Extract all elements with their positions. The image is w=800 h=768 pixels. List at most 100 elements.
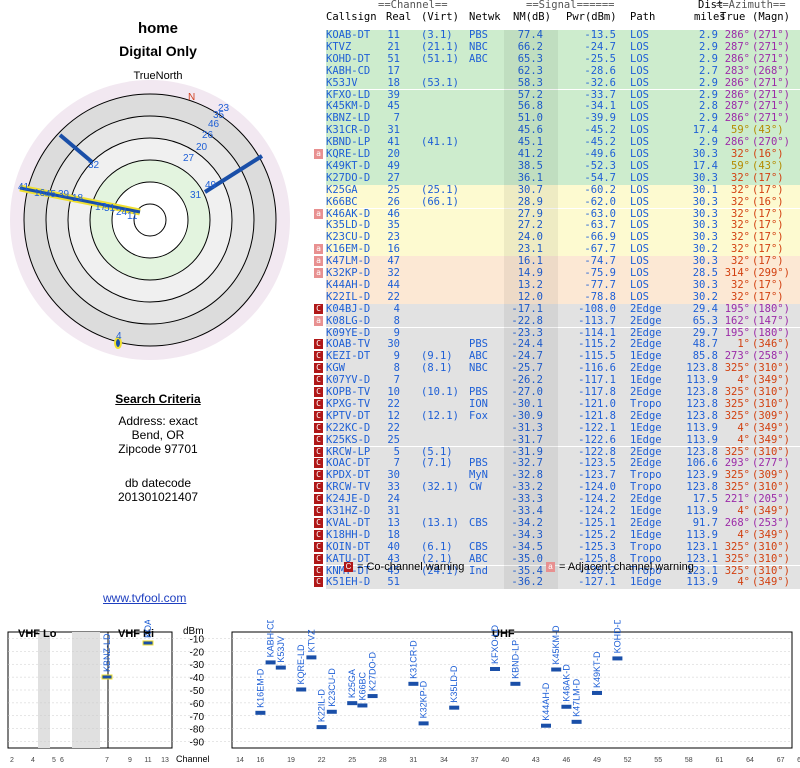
table-row[interactable]: K18HH-D 18 -34.3 -125.2 1Edge 113.9 4° (349°) C <box>314 528 800 542</box>
x-tick-label: 34 <box>440 757 448 764</box>
cell-nm: 36.1 <box>517 171 543 184</box>
table-row[interactable]: K49KT-D 49 38.5 -52.3 LOS 17.4 59° (43°) <box>326 160 800 173</box>
cell-miles: 30.3 <box>692 195 718 208</box>
table-row[interactable]: KPXG-TV 22 ION -30.1 -121.0 Tropo 123.8 325° (31… <box>314 397 800 411</box>
x-tick-label: 46 <box>563 757 571 764</box>
table-row[interactable]: KABH-CD 17 62.3 -28.6 LOS 2.7 283° (268°) <box>326 64 800 78</box>
legend-cochannel: C = Co-channel warning <box>344 561 465 573</box>
cell-magn: (268°) <box>752 64 790 77</box>
cell-pwr: -125.1 <box>578 516 616 529</box>
cell-real: 51 <box>387 52 400 65</box>
table-row[interactable]: KOIN-DT 40 (6.1) CBS -34.5 -125.3 Tropo 123.1 32… <box>314 540 800 554</box>
left-panel: home Digital Only TrueNorth N 23 35 46 26 20 2… <box>0 0 316 520</box>
table-row[interactable]: KPTV-DT 12 (12.1) Fox -30.9 -121.8 2Edge 123.8 3… <box>314 409 800 423</box>
cell-netwk: ION <box>469 397 488 410</box>
cell-magn: (271°) <box>752 76 790 89</box>
table-row[interactable]: K22KC-D 22 -31.3 -122.1 1Edge 113.9 4° (349°) C <box>314 421 800 435</box>
cell-magn: (310°) <box>752 552 790 565</box>
cell-pwr: -121.0 <box>578 397 616 410</box>
cell-miles: 29.4 <box>692 302 718 315</box>
table-row[interactable]: K44AH-D 44 13.2 -77.7 LOS 30.3 32° (17°) <box>326 279 800 292</box>
cell-magn: (310°) <box>752 397 790 410</box>
cell-real: 13 <box>387 516 400 529</box>
cell-callsign: K51EH-D <box>326 576 371 589</box>
table-row[interactable]: K27DO-D 27 36.1 -54.7 LOS 30.3 32° (17°) <box>326 171 800 185</box>
station-mark <box>367 694 378 699</box>
cell-path: 2Edge <box>630 409 662 422</box>
search-criteria-title: Search Criteria <box>115 392 201 406</box>
cell-nm: -31.3 <box>511 421 543 434</box>
cell-path: 1Edge <box>630 421 662 434</box>
city-text: Bend, OR <box>131 428 185 442</box>
station-label: KABH-CD <box>266 620 276 657</box>
cell-magn: (349°) <box>752 433 790 446</box>
cochannel-warning-icon: C <box>314 446 323 457</box>
cell-miles: 123.8 <box>686 397 718 410</box>
spectrum-chart: VHF Lo VHF Hi UHFdBm-10-20-30-40-50-60-70-… <box>7 620 800 764</box>
cell-true: 283° <box>724 64 750 77</box>
legend-adjacent: a = Adjacent channel warning <box>546 561 694 573</box>
x-tick-label: 52 <box>624 757 632 764</box>
station-mark <box>296 687 307 692</box>
page-title: home <box>137 20 178 37</box>
cell-pwr: -122.6 <box>578 433 616 446</box>
cochannel-warning-icon: C <box>314 577 323 588</box>
cell-miles: 113.9 <box>686 421 718 434</box>
cell-true: 286° <box>724 52 750 65</box>
cell-pwr: -60.2 <box>584 183 616 196</box>
cell-virt: (13.1) <box>421 516 459 529</box>
cell-callsign: K04BJ-D <box>326 302 371 315</box>
radar-label: 41 <box>18 182 30 193</box>
col-true: True <box>720 11 746 23</box>
station-mark <box>612 656 623 661</box>
station-mark <box>265 660 276 665</box>
table-row[interactable]: KVAL-DT 13 (13.1) CBS -34.2 -125.1 2Edge 91.7 26… <box>314 516 800 530</box>
station-label: K22IL-D <box>317 689 327 723</box>
table-row[interactable]: K51EH-D 51 -36.2 -127.1 1Edge 113.9 4° (349°) C <box>314 576 800 590</box>
cell-true: 325° <box>724 552 750 565</box>
cell-virt: (12.1) <box>421 409 459 422</box>
x-tick-label: 49 <box>593 757 601 764</box>
cell-callsign: KOIN-DT <box>326 540 371 553</box>
cochannel-warning-icon: C <box>314 303 323 314</box>
cell-callsign: K66BC <box>326 195 358 208</box>
station-mark <box>571 719 582 724</box>
x-tick-label: 28 <box>379 757 387 764</box>
radar-label: 4 <box>116 331 122 342</box>
table-row[interactable]: K25GA 25 (25.1) 30.7 -60.2 LOS 30.1 32° (17°) <box>326 183 800 197</box>
page-subtitle: Digital Only <box>119 43 197 59</box>
table-row[interactable]: K04BJ-D 4 -17.1 -108.0 2Edge 29.4 195° (180°) C <box>314 302 800 316</box>
cell-real: 8 <box>393 314 400 327</box>
table-row[interactable]: KTVZ 21 (21.1) NBC 66.2 -24.7 LOS 2.9 287° (271°) <box>326 40 800 54</box>
cell-magn: (253°) <box>752 516 790 529</box>
adjacent-warning-icon: a <box>314 315 323 326</box>
table-row[interactable]: KOHD-DT 51 (51.1) ABC 65.3 -25.5 LOS 2.9 286° (27… <box>326 52 800 66</box>
cell-nm: -34.3 <box>511 528 543 541</box>
cell-miles: 123.1 <box>686 540 718 553</box>
x-tick-label: 37 <box>471 757 479 764</box>
tvfool-link[interactable]: www.tvfool.com <box>103 591 186 605</box>
cell-miles: 2.7 <box>699 64 718 77</box>
cell-magn: (17°) <box>752 171 784 184</box>
table-row[interactable]: K66BC 26 (66.1) 28.9 -62.0 LOS 30.3 32° (16°) <box>326 195 800 209</box>
x-tick-label: 25 <box>348 757 356 764</box>
x-tick-label: 6 <box>60 757 64 764</box>
cochannel-warning-icon: C <box>314 458 323 469</box>
table-row[interactable]: K08LG-D 8 -22.8 -113.7 2Edge 65.3 162° (147°) a <box>314 314 800 328</box>
radar-label: 45 <box>45 189 57 200</box>
cell-true: 4° <box>737 433 750 446</box>
station-mark <box>142 640 154 646</box>
cell-pwr: -121.8 <box>578 409 616 422</box>
table-row[interactable]: K25KS-D 25 -31.7 -122.6 1Edge 113.9 4° (349°) C <box>314 433 800 447</box>
cell-magn: (349°) <box>752 421 790 434</box>
cell-nm: -34.5 <box>511 540 543 553</box>
cell-magn: (349°) <box>752 528 790 541</box>
cell-callsign: KPTV-DT <box>326 409 371 422</box>
cell-magn: (271°) <box>752 40 790 53</box>
station-mark <box>316 725 327 730</box>
table-row[interactable]: K53JV 18 (53.1) 58.3 -32.6 LOS 2.9 286° (271°) <box>326 76 800 90</box>
table-row[interactable]: K22IL-D 22 12.0 -78.8 LOS 30.2 32° (17°) <box>326 291 800 304</box>
cell-virt: (7.1) <box>421 457 453 470</box>
cochannel-warning-icon: C <box>314 351 323 362</box>
cell-true: 325° <box>724 397 750 410</box>
